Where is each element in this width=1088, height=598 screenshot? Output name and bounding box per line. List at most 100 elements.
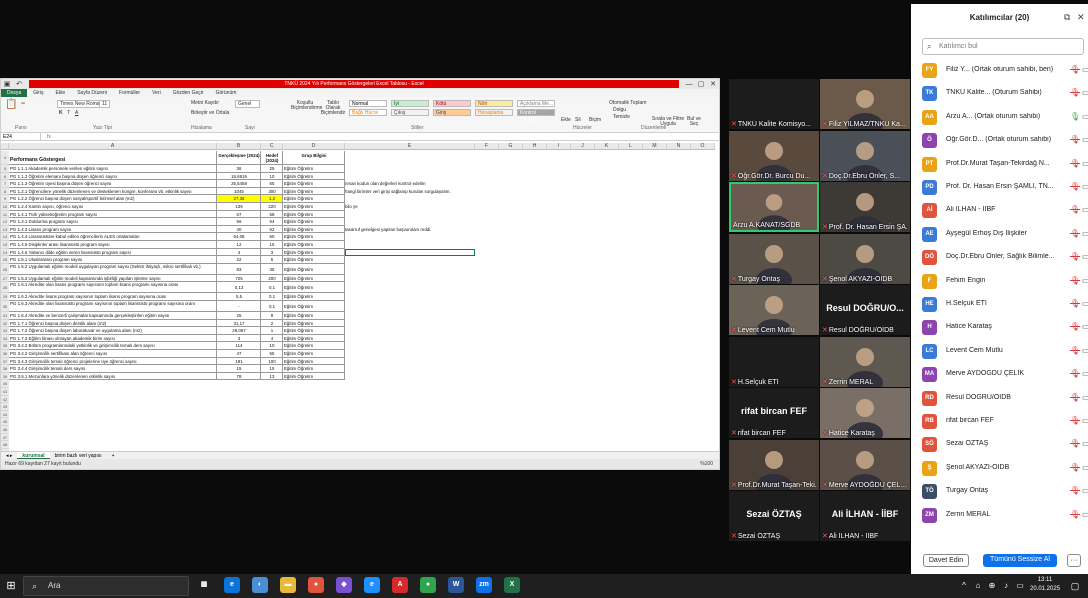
- cell-group[interactable]: Eğitim Öğretim: [283, 225, 345, 234]
- row-number[interactable]: 9: [1, 195, 9, 203]
- close-icon[interactable]: ✕: [1077, 12, 1085, 23]
- muted-mic-icon[interactable]: 🎙: [1070, 416, 1080, 425]
- video-tile[interactable]: ✕Prof. Dr. Hasan Ersin ŞA...: [820, 182, 910, 232]
- cell-actual[interactable]: -: [217, 301, 261, 312]
- insert-cells-button[interactable]: Ekle: [561, 117, 571, 123]
- row-number[interactable]: 26: [1, 263, 9, 275]
- participant-item[interactable]: AE Ayşegül Erhoş Dış İlişkiler 🎙 ▭: [922, 225, 1088, 245]
- column-header[interactable]: I: [547, 143, 571, 150]
- header-cell-group[interactable]: Grup Bilgisi: [283, 151, 345, 165]
- zoom-level[interactable]: %100: [700, 459, 713, 469]
- cell-target[interactable]: 0,1: [261, 293, 283, 301]
- cell-target[interactable]: 6: [261, 256, 283, 264]
- cell-group[interactable]: Eğitim Öğretim: [283, 218, 345, 226]
- cell-indicator[interactable]: PG 1.6.2 Akredite lisans program sayısın…: [9, 293, 217, 301]
- cell-indicator[interactable]: PG 3.4.3 Girişimcilik temalı öğrenci pro…: [9, 357, 217, 366]
- cell-indicator[interactable]: PG 1.7.2 Öğrenci başına düşen laboratuva…: [9, 327, 217, 335]
- header-cell-actual[interactable]: Gerçekleşme (2024): [217, 151, 261, 165]
- taskbar-app-icon[interactable]: ◆: [336, 577, 352, 593]
- cell-actual[interactable]: 12: [217, 241, 261, 249]
- taskbar-app-icon[interactable]: X: [504, 577, 520, 593]
- participant-item[interactable]: ZM Zerrin MERAL 🎙 ▭: [922, 506, 1088, 526]
- video-off-icon[interactable]: ▭: [1082, 346, 1088, 355]
- cell-actual[interactable]: 15: [217, 365, 261, 373]
- select-all-corner[interactable]: [1, 143, 9, 150]
- cell-indicator[interactable]: PG 3.4.2 Girişimcilik sertifikası alan ö…: [9, 350, 217, 358]
- cell-actual[interactable]: 4: [217, 248, 261, 257]
- cell-actual[interactable]: 67: [217, 210, 261, 219]
- cell-style-9[interactable]: Kontrol Hücresi: [517, 109, 555, 123]
- cell-style-0[interactable]: Normal: [349, 100, 387, 107]
- video-tile[interactable]: ✕Doç.Dr.Ebru Önler, S...: [820, 130, 910, 181]
- cell-group[interactable]: Eğitim Öğretim: [283, 195, 345, 203]
- muted-mic-icon[interactable]: 🎙: [1070, 510, 1080, 519]
- ribbon-tab-4[interactable]: Formüller: [113, 89, 146, 97]
- cell-actual[interactable]: 0,13: [217, 282, 261, 294]
- cell-actual[interactable]: 64,08: [217, 233, 261, 241]
- cell-target[interactable]: 25: [261, 165, 283, 173]
- sheet-nav-icon[interactable]: ◂ ▸: [1, 452, 17, 459]
- cell-indicator[interactable]: PG 1.5.1 Uluslararası program sayısı: [9, 256, 217, 264]
- column-header[interactable]: H: [523, 143, 547, 150]
- participant-item[interactable]: TK TNKÜ Kalite... (Oturum Sahibi) 🎙 ▭: [922, 84, 1088, 104]
- video-off-icon[interactable]: ▭: [1082, 276, 1088, 285]
- cell-indicator[interactable]: PG 1.4.6 Yabancı dilde eğitim veren lisa…: [9, 248, 217, 257]
- mic-icon[interactable]: 🎙: [1070, 112, 1080, 121]
- cell-target[interactable]: 0,1: [261, 282, 283, 294]
- muted-mic-icon[interactable]: 🎙: [1070, 205, 1080, 214]
- cell-indicator[interactable]: PG 1.4.4 Lisansüstüne kabul edilen öğren…: [9, 233, 217, 241]
- row-number[interactable]: 14: [1, 233, 9, 241]
- participant-item[interactable]: PD Prof. Dr. Hasan Ersin ŞAMLI, TN... 🎙 ▭: [922, 178, 1088, 198]
- video-tile[interactable]: ✕Hatice Karataş: [820, 388, 910, 438]
- cell-group[interactable]: Eğitim Öğretim: [283, 203, 345, 211]
- row-number[interactable]: 35: [1, 342, 9, 350]
- column-header[interactable]: F: [475, 143, 499, 150]
- ribbon-tab-2[interactable]: Ekle: [49, 89, 71, 97]
- cell-group[interactable]: Eğitim Öğretim: [283, 282, 345, 294]
- cell-target[interactable]: 3: [261, 248, 283, 257]
- column-header[interactable]: J: [571, 143, 595, 150]
- cell-actual[interactable]: 31,17: [217, 319, 261, 328]
- undo-icon[interactable]: ↶: [13, 80, 25, 88]
- cell-note[interactable]: nrsan kodun olan değerleri kontrol edeli…: [345, 180, 426, 188]
- cell-target[interactable]: 62: [261, 225, 283, 234]
- ribbon-tab-7[interactable]: Görünüm: [210, 89, 243, 97]
- video-off-icon[interactable]: ▭: [1082, 65, 1088, 74]
- font-size-select[interactable]: 11: [99, 100, 111, 108]
- muted-mic-icon[interactable]: 🎙: [1070, 393, 1080, 402]
- column-header[interactable]: N: [667, 143, 691, 150]
- cell-indicator[interactable]: PG 1.1.2 Öğretim elemanı başına düşen öğ…: [9, 172, 217, 181]
- cell-group[interactable]: Eğitim Öğretim: [283, 301, 345, 312]
- wrap-text-button[interactable]: Metni Kaydır: [191, 100, 219, 106]
- cell-target[interactable]: 15: [261, 365, 283, 373]
- cell-actual[interactable]: 36: [217, 165, 261, 173]
- fx-icon[interactable]: fx: [41, 133, 57, 140]
- row-number[interactable]: 29: [1, 293, 9, 301]
- muted-mic-icon[interactable]: 🎙: [1070, 252, 1080, 261]
- video-tile[interactable]: ✕Merve AYDOĞDU ÇEL...: [820, 439, 910, 490]
- cell-group[interactable]: Eğitim Öğretim: [283, 327, 345, 335]
- taskbar-app-icon[interactable]: ●: [420, 577, 436, 593]
- mute-all-button[interactable]: Tümünü Sessize Al: [983, 554, 1057, 567]
- format-as-table-button[interactable]: Tablo Olarak Biçimlendir: [319, 101, 347, 116]
- video-tile[interactable]: ✕Öğr.Gör.Dr. Burcu Du...: [729, 130, 819, 181]
- cell-group[interactable]: Eğitim Öğretim: [283, 165, 345, 173]
- ribbon-tab-6[interactable]: Gözden Geçir: [167, 89, 210, 97]
- video-tile[interactable]: ✕Turgay Öntaş: [729, 233, 819, 284]
- battery-icon[interactable]: ▭: [1014, 578, 1026, 594]
- cell-indicator[interactable]: PG 1.4.1 Türk yükseköğretim program sayı…: [9, 210, 217, 219]
- invite-button[interactable]: Davet Edin: [923, 554, 969, 567]
- row-number[interactable]: 25: [1, 256, 9, 264]
- row-number[interactable]: 47: [1, 433, 9, 442]
- cell-style-1[interactable]: İyi: [391, 100, 429, 107]
- muted-mic-icon[interactable]: 🎙: [1070, 322, 1080, 331]
- cell-style-2[interactable]: Kötü: [433, 100, 471, 107]
- muted-mic-icon[interactable]: 🎙: [1070, 439, 1080, 448]
- cell-indicator[interactable]: PG 1.1.3 Öğretim üyesi başına düşen öğre…: [9, 180, 217, 188]
- row-number[interactable]: 28: [1, 282, 9, 294]
- cell-indicator[interactable]: PG 1.6.3 Akredite olan lisansüstü progra…: [9, 301, 217, 312]
- close-button[interactable]: ✕: [707, 80, 719, 88]
- row-number[interactable]: 5: [1, 165, 9, 173]
- video-off-icon[interactable]: ▭: [1082, 182, 1088, 191]
- cell-actual[interactable]: 25,5458: [217, 180, 261, 188]
